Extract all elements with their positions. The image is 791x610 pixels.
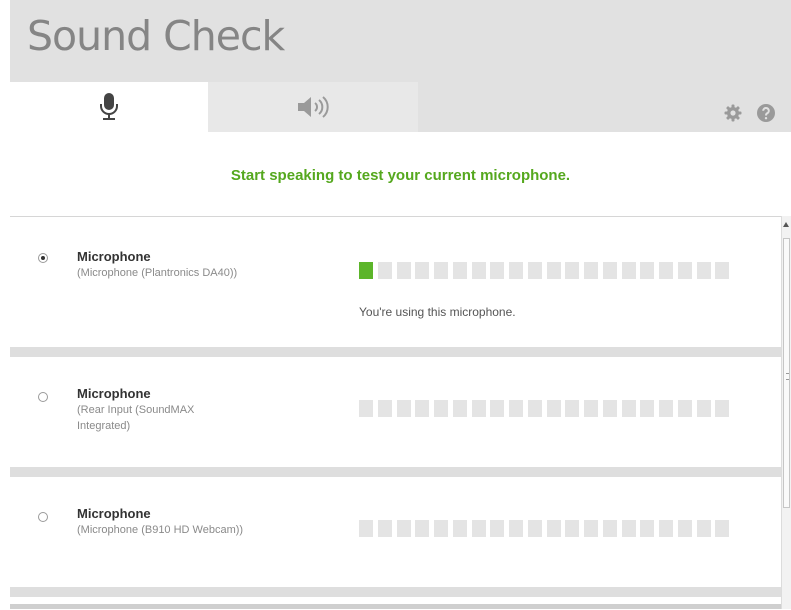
device-row[interactable]: Microphone (Rear Input (SoundMAX Integra… <box>10 357 781 472</box>
meter-segment <box>377 400 392 417</box>
meter-segment <box>359 262 373 279</box>
meter-segment <box>546 520 561 537</box>
meter-segment <box>602 400 617 417</box>
meter-segment <box>527 262 542 279</box>
help-icon <box>757 104 775 122</box>
meter-segment <box>509 262 523 279</box>
level-meter <box>359 262 734 279</box>
meter-segment <box>377 262 392 279</box>
meter-segment <box>602 520 617 537</box>
microphone-icon <box>100 93 118 120</box>
meter-segment <box>452 520 467 537</box>
meter-segment <box>452 400 467 417</box>
grip-icon <box>786 373 789 380</box>
meter-segment <box>434 262 448 279</box>
device-description: (Microphone (Plantronics DA40)) <box>77 267 238 279</box>
level-meter <box>359 520 734 537</box>
device-name: Microphone <box>77 386 151 401</box>
meter-segment <box>471 520 486 537</box>
meter-segment <box>621 520 636 537</box>
meter-segment <box>659 262 673 279</box>
gear-icon <box>724 104 742 122</box>
device-radio[interactable] <box>38 392 48 402</box>
settings-button[interactable] <box>724 104 742 122</box>
meter-segment <box>377 520 392 537</box>
meter-segment <box>696 262 711 279</box>
scroll-up-arrow-icon[interactable] <box>783 222 789 227</box>
meter-segment <box>527 520 542 537</box>
meter-segment <box>490 262 505 279</box>
meter-segment <box>396 262 411 279</box>
meter-segment <box>584 262 598 279</box>
meter-segment <box>527 400 542 417</box>
meter-segment <box>359 400 373 417</box>
meter-segment <box>546 400 561 417</box>
status-text: You're using this microphone. <box>359 305 516 319</box>
meter-segment <box>490 520 505 537</box>
device-name: Microphone <box>77 506 151 521</box>
meter-segment <box>640 400 655 417</box>
meter-segment <box>677 262 692 279</box>
tab-microphone[interactable] <box>10 82 208 132</box>
meter-segment <box>509 400 523 417</box>
meter-segment <box>677 400 692 417</box>
meter-segment <box>659 400 673 417</box>
meter-segment <box>396 520 411 537</box>
meter-segment <box>546 262 561 279</box>
sound-check-window: Sound Check Start speaking to test your … <box>10 0 791 609</box>
meter-segment <box>565 262 580 279</box>
device-radio[interactable] <box>38 512 48 522</box>
speaker-icon <box>298 96 329 118</box>
meter-segment <box>434 400 448 417</box>
device-name: Microphone <box>77 249 151 264</box>
meter-segment <box>640 262 655 279</box>
meter-segment <box>715 400 730 417</box>
meter-segment <box>659 520 673 537</box>
meter-segment <box>415 520 430 537</box>
device-row[interactable]: Microphone (Microphone (Plantronics DA40… <box>10 217 781 332</box>
meter-segment <box>471 400 486 417</box>
bottom-border <box>10 604 781 609</box>
scrollbar-thumb[interactable] <box>783 238 790 508</box>
meter-segment <box>565 520 580 537</box>
meter-segment <box>434 520 448 537</box>
tab-speaker[interactable] <box>208 82 418 132</box>
meter-segment <box>452 262 467 279</box>
meter-segment <box>396 400 411 417</box>
meter-segment <box>415 400 430 417</box>
meter-segment <box>621 262 636 279</box>
tab-bar <box>10 82 791 132</box>
meter-segment <box>715 262 730 279</box>
app-title: Sound Check <box>27 12 285 60</box>
meter-segment <box>584 400 598 417</box>
row-divider <box>10 467 781 477</box>
meter-segment <box>565 400 580 417</box>
meter-segment <box>621 400 636 417</box>
meter-segment <box>640 520 655 537</box>
title-bar: Sound Check <box>10 0 791 82</box>
meter-segment <box>696 520 711 537</box>
instruction-text: Start speaking to test your current micr… <box>230 167 571 184</box>
meter-segment <box>490 400 505 417</box>
help-button[interactable] <box>757 104 775 122</box>
meter-segment <box>359 520 373 537</box>
device-radio-selected[interactable] <box>38 253 48 263</box>
meter-segment <box>415 262 430 279</box>
row-divider <box>10 587 781 597</box>
device-description: (Rear Input (SoundMAX Integrated) <box>77 404 195 432</box>
meter-segment <box>509 520 523 537</box>
device-description: (Microphone (B910 HD Webcam)) <box>77 524 244 536</box>
device-list: Microphone (Microphone (Plantronics DA40… <box>10 216 781 610</box>
device-row[interactable]: Microphone (Microphone (B910 HD Webcam)) <box>10 477 781 592</box>
meter-segment <box>677 520 692 537</box>
meter-segment <box>471 262 486 279</box>
row-divider <box>10 347 781 357</box>
level-meter <box>359 400 734 417</box>
meter-segment <box>602 262 617 279</box>
meter-segment <box>696 400 711 417</box>
meter-segment <box>715 520 730 537</box>
meter-segment <box>584 520 598 537</box>
vertical-scrollbar[interactable] <box>781 216 791 609</box>
